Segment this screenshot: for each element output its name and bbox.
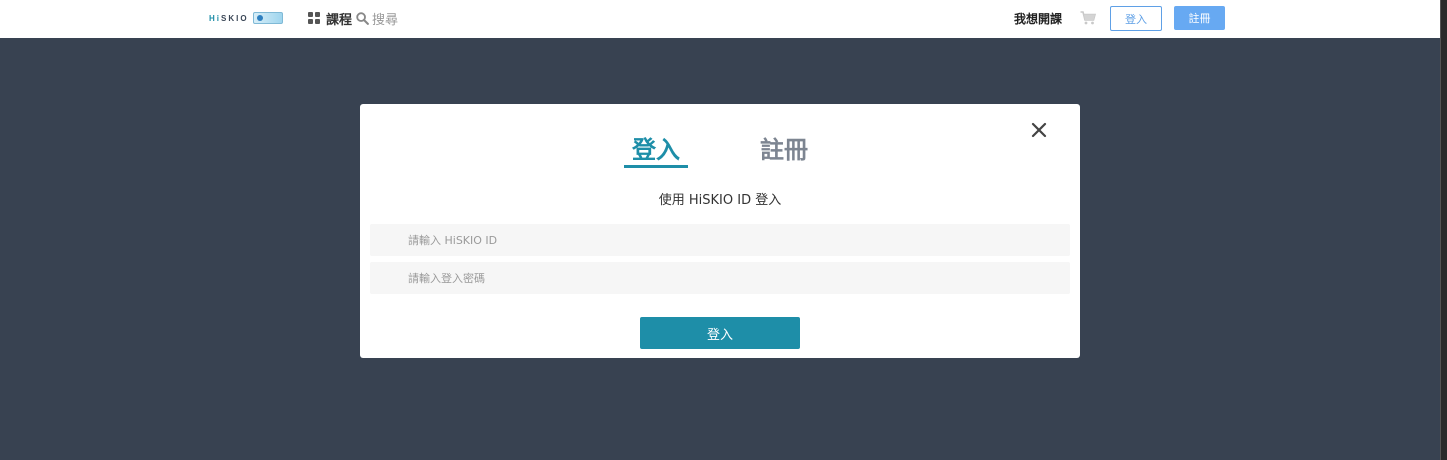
register-button[interactable]: 註冊 [1174,6,1225,30]
login-button[interactable]: 登入 [1110,6,1162,31]
cart-icon[interactable] [1080,11,1096,25]
hiskio-id-input[interactable] [370,224,1070,256]
teach-link[interactable]: 我想開課 [1014,10,1062,27]
close-icon[interactable] [1031,122,1047,138]
courses-menu[interactable]: 課程 [308,9,353,28]
hiskio-logo[interactable]: HiSKIO [209,11,283,25]
login-subtitle: 使用 HiSKIO ID 登入 [658,193,782,208]
window-edge [1440,0,1447,460]
top-navbar: HiSKIO 課程 搜尋 我想開課 登入 註冊 [0,0,1440,38]
courses-label: 課程 [326,12,353,28]
search-icon [356,11,369,25]
submit-login-button[interactable]: 登入 [640,317,800,349]
grid-icon [308,11,321,25]
login-modal: 登入 註冊 使用 HiSKIO ID 登入 登入 [360,104,1080,358]
tab-register[interactable]: 註冊 [752,130,816,168]
active-tab-indicator [624,165,688,168]
search-label: 搜尋 [372,12,399,28]
logo-badge-icon [252,12,283,24]
tab-login[interactable]: 登入 [624,130,688,168]
password-input[interactable] [370,262,1070,294]
search-link[interactable]: 搜尋 [356,9,399,28]
